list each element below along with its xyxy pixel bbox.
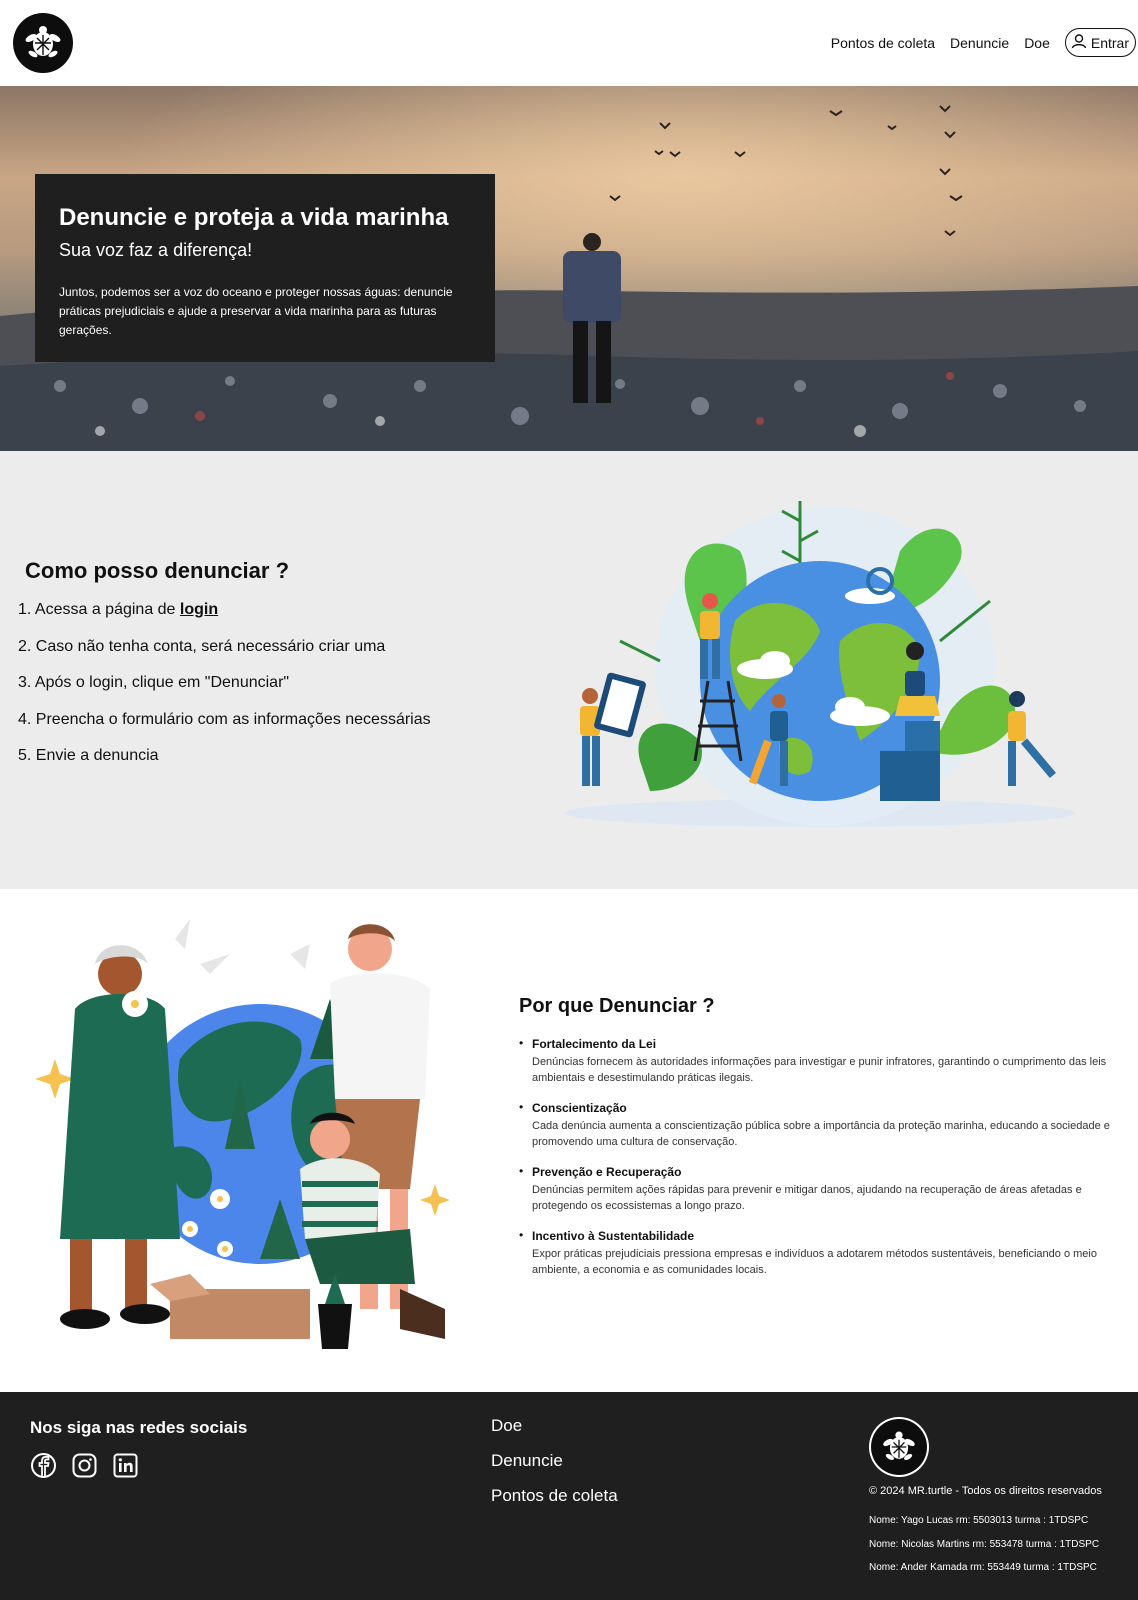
login-button-label: Entrar bbox=[1090, 34, 1129, 51]
reason-title: Fortalecimento da Lei bbox=[532, 1037, 657, 1051]
reason-item: Conscientização Cada denúncia aumenta a … bbox=[519, 1100, 1124, 1150]
how-to-report-section: Como posso denunciar ? 1. Acessa a págin… bbox=[0, 451, 1138, 889]
site-footer: Nos siga nas redes sociais Doe Denuncie … bbox=[0, 1392, 1138, 1600]
linkedin-icon[interactable] bbox=[112, 1452, 139, 1479]
login-button[interactable]: Entrar bbox=[1064, 28, 1136, 57]
social-icons bbox=[30, 1452, 139, 1479]
step-2: 2. Caso não tenha conta, será necessário… bbox=[18, 637, 386, 655]
reason-text: Denúncias permitem ações rápidas para pr… bbox=[532, 1184, 1082, 1212]
hero-banner: Denuncie e proteja a vida marinha Sua vo… bbox=[0, 86, 1138, 451]
hero-title: Denuncie e proteja a vida marinha bbox=[59, 204, 449, 231]
reason-title: Incentivo à Sustentabilidade bbox=[532, 1229, 695, 1243]
footer-link-pontos-de-coleta[interactable]: Pontos de coleta bbox=[491, 1486, 618, 1521]
facebook-icon[interactable] bbox=[30, 1452, 57, 1479]
reason-item: Fortalecimento da Lei Denúncias fornecem… bbox=[519, 1036, 1124, 1086]
nav-pontos-de-coleta[interactable]: Pontos de coleta bbox=[831, 35, 935, 51]
reason-text: Expor práticas prejudiciais pressiona em… bbox=[532, 1248, 1097, 1276]
nav-doe[interactable]: Doe bbox=[1024, 35, 1050, 51]
step-1-text: 1. Acessa a página de bbox=[18, 601, 180, 618]
footer-link-doe[interactable]: Doe bbox=[491, 1416, 618, 1451]
team-member: Nome: Ander Kamada rm: 553449 turma : 1T… bbox=[869, 1562, 1097, 1573]
why-report-section: Por que Denunciar ? Fortalecimento da Le… bbox=[0, 889, 1138, 1392]
main-nav: Pontos de coleta Denuncie Doe Entrar bbox=[831, 28, 1138, 57]
why-reasons-list: Fortalecimento da Lei Denúncias fornecem… bbox=[519, 1036, 1124, 1293]
earth-volunteers-illustration bbox=[565, 501, 1075, 827]
why-title: Por que Denunciar ? bbox=[519, 995, 715, 1017]
team-member: Nome: Nicolas Martins rm: 553478 turma :… bbox=[869, 1538, 1100, 1550]
footer-nav: Doe Denuncie Pontos de coleta bbox=[491, 1416, 618, 1521]
team-member: Nome: Yago Lucas rm: 5503013 turma : 1TD… bbox=[869, 1515, 1089, 1526]
reason-item: Incentivo à Sustentabilidade Expor práti… bbox=[519, 1228, 1124, 1278]
user-icon bbox=[1071, 33, 1087, 52]
instagram-icon[interactable] bbox=[71, 1452, 98, 1479]
people-globe-illustration bbox=[35, 919, 450, 1349]
login-link[interactable]: login bbox=[180, 601, 218, 618]
step-5: 5. Envie a denuncia bbox=[18, 747, 159, 764]
team-names: Nome: Yago Lucas rm: 5503013 turma : 1TD… bbox=[869, 1515, 1099, 1586]
how-title: Como posso denunciar ? bbox=[25, 558, 290, 583]
hero-card: Denuncie e proteja a vida marinha Sua vo… bbox=[35, 174, 495, 362]
reason-item: Prevenção e Recuperação Denúncias permit… bbox=[519, 1164, 1124, 1214]
step-3: 3. Após o login, clique em "Denunciar" bbox=[18, 674, 290, 691]
reason-text: Denúncias fornecem às autoridades inform… bbox=[532, 1056, 1107, 1084]
nav-denuncie[interactable]: Denuncie bbox=[950, 35, 1009, 51]
footer-turtle-logo bbox=[869, 1417, 929, 1477]
footer-link-denuncie[interactable]: Denuncie bbox=[491, 1451, 618, 1486]
social-title: Nos siga nas redes sociais bbox=[30, 1418, 248, 1437]
site-header: Pontos de coleta Denuncie Doe Entrar bbox=[0, 0, 1138, 86]
step-1: 1. Acessa a página de login bbox=[18, 601, 431, 638]
reason-text: Cada denúncia aumenta a conscientização … bbox=[532, 1120, 1110, 1148]
turtle-logo[interactable] bbox=[13, 13, 73, 73]
how-steps-list: 1. Acessa a página de login 2. Caso não … bbox=[18, 601, 431, 784]
hero-subtitle: Sua voz faz a diferença! bbox=[59, 240, 253, 260]
reason-title: Conscientização bbox=[532, 1101, 627, 1115]
copyright-text: © 2024 MR.turtle - Todos os direitos res… bbox=[869, 1485, 1102, 1497]
hero-text: Juntos, podemos ser a voz do oceano e pr… bbox=[59, 285, 453, 337]
step-4: 4. Preencha o formulário com as informaç… bbox=[18, 710, 431, 728]
reason-title: Prevenção e Recuperação bbox=[532, 1165, 682, 1179]
